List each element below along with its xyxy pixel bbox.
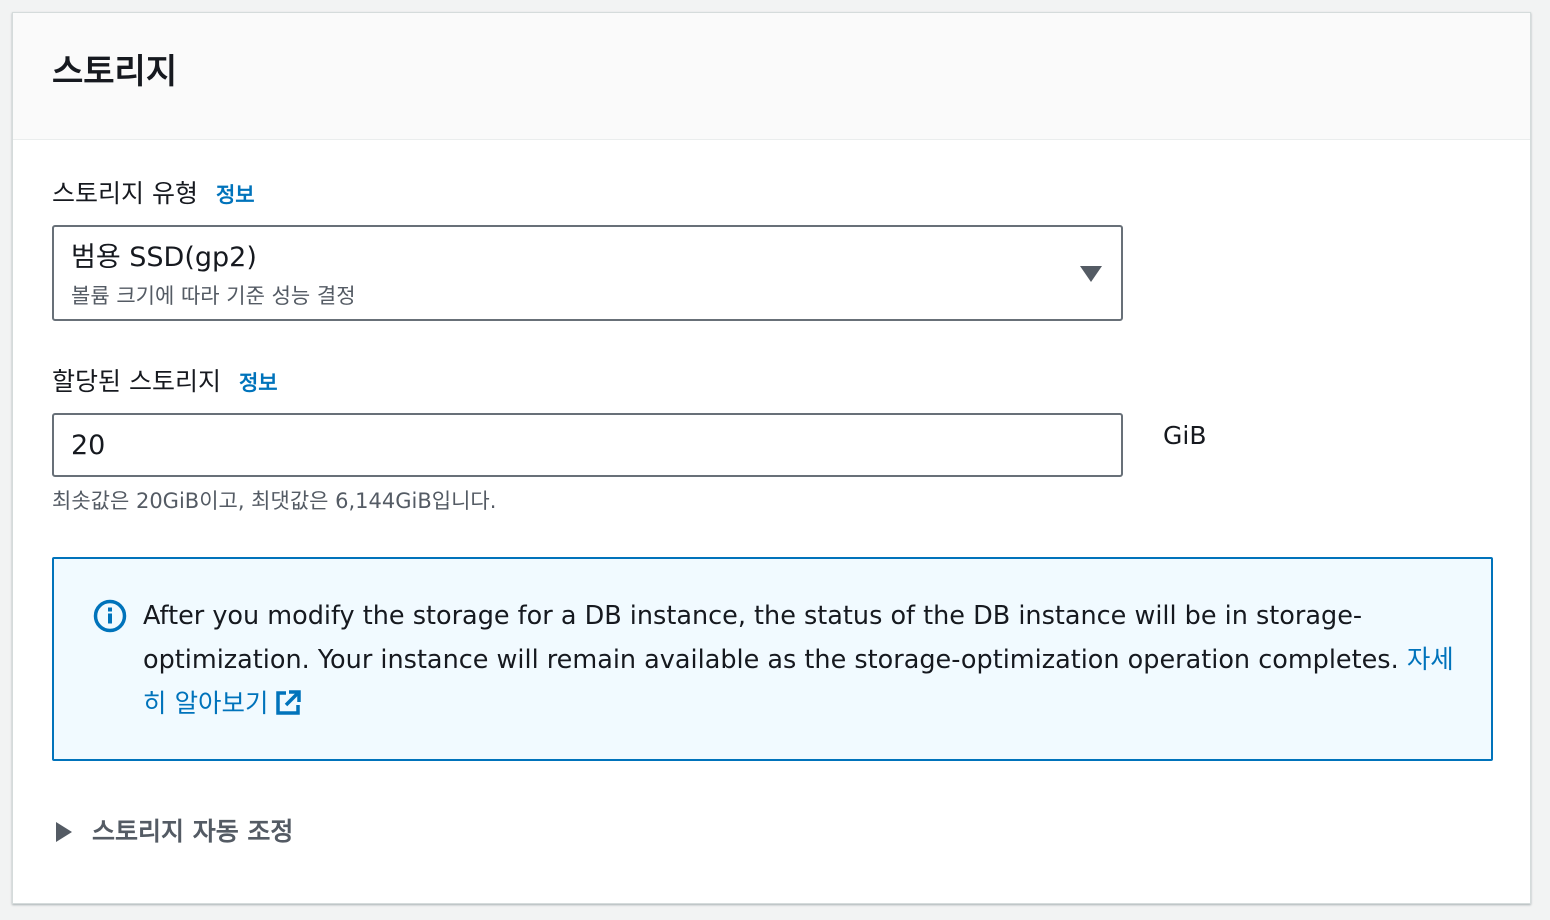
caret-right-icon bbox=[56, 822, 72, 842]
external-link-icon bbox=[276, 690, 302, 715]
storage-type-label-row: 스토리지 유형 정보 bbox=[52, 176, 255, 213]
storage-type-selected-value: 범용 SSD(gp2) bbox=[71, 242, 257, 273]
panel-title: 스토리지 bbox=[52, 52, 178, 92]
storage-autoscaling-label: 스토리지 자동 조정 bbox=[92, 817, 294, 846]
allocated-storage-label-row: 할당된 스토리지 정보 bbox=[52, 364, 278, 401]
storage-type-label: 스토리지 유형 bbox=[52, 179, 198, 208]
storage-type-info-link[interactable]: 정보 bbox=[216, 177, 255, 213]
info-alert: After you modify the storage for a DB in… bbox=[52, 557, 1493, 761]
storage-type-selected-description: 볼륨 크기에 따라 기준 성능 결정 bbox=[71, 284, 356, 308]
storage-panel: 스토리지 스토리지 유형 정보 범용 SSD(gp2) 볼륨 크기에 따라 기준 … bbox=[12, 12, 1531, 904]
allocated-storage-info-link[interactable]: 정보 bbox=[239, 365, 278, 401]
storage-unit-label: GiB bbox=[1163, 421, 1207, 450]
info-icon bbox=[93, 599, 127, 633]
panel-header: 스토리지 bbox=[13, 13, 1530, 140]
storage-type-select[interactable]: 범용 SSD(gp2) 볼륨 크기에 따라 기준 성능 결정 bbox=[52, 225, 1123, 321]
caret-down-icon bbox=[1080, 266, 1102, 282]
allocated-storage-label: 할당된 스토리지 bbox=[52, 367, 221, 396]
alert-text: After you modify the storage for a DB in… bbox=[143, 601, 1407, 675]
allocated-storage-constraint: 최솟값은 20GiB이고, 최댓값은 6,144GiB입니다. bbox=[52, 489, 497, 513]
allocated-storage-input[interactable] bbox=[52, 413, 1123, 477]
storage-autoscaling-expander[interactable]: 스토리지 자동 조정 bbox=[52, 814, 293, 853]
alert-message: After you modify the storage for a DB in… bbox=[143, 594, 1463, 726]
